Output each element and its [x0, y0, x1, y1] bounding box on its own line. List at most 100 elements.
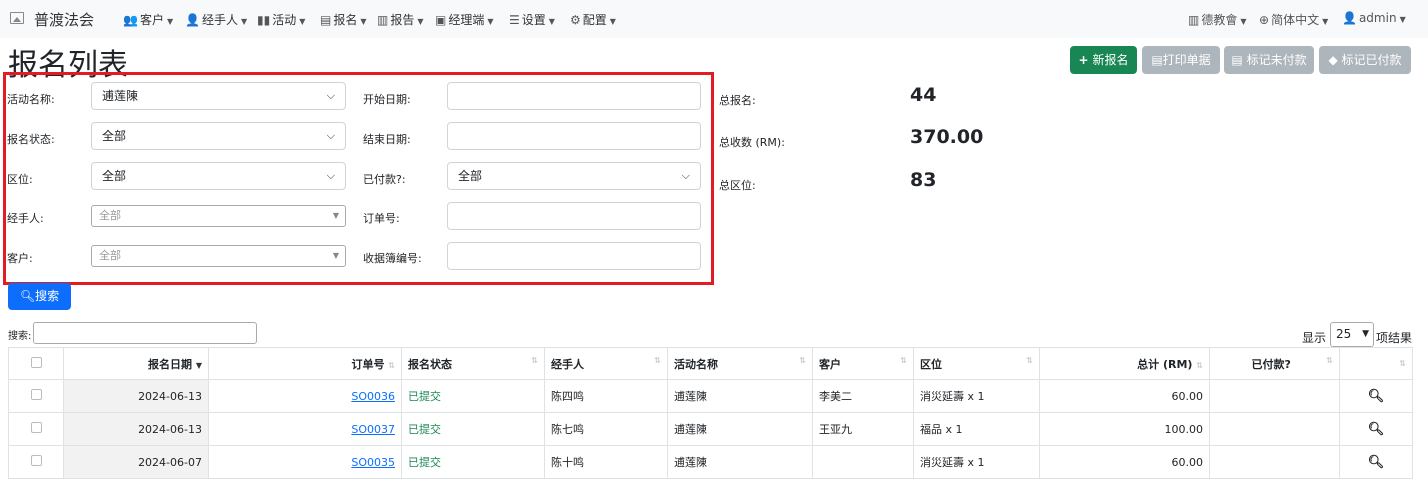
- end-date-input[interactable]: [447, 122, 701, 150]
- view-search-icon[interactable]: 🔍︎: [1368, 455, 1385, 470]
- order-link[interactable]: SO0035: [351, 456, 395, 469]
- chevron-down-icon: ▼: [240, 17, 248, 26]
- cell-paid: [1209, 445, 1340, 479]
- chevron-down-icon: ▼: [1399, 15, 1406, 24]
- view-search-icon[interactable]: 🔍︎: [1368, 389, 1385, 404]
- status-label: 报名状态:: [7, 133, 55, 146]
- col-activity[interactable]: 活动名称 ⇅: [667, 347, 813, 380]
- nav-menu-handlers[interactable]: 👤 经手人 ▼: [185, 11, 247, 28]
- chevron-down-icon: ▼: [1362, 329, 1369, 339]
- status-select[interactable]: 全部 ⌵: [91, 122, 346, 150]
- cell-customer: [812, 445, 914, 479]
- col-order[interactable]: 订单号 ⇅: [208, 347, 402, 380]
- col-handler[interactable]: 经手人 ⇅: [544, 347, 668, 380]
- cell-actions: 🔍︎: [1339, 379, 1413, 413]
- nav-menu-config[interactable]: ⚙ 配置 ▼: [570, 11, 616, 28]
- zone-select[interactable]: 全部 ⌵: [91, 162, 346, 190]
- new-registration-button[interactable]: + 新报名: [1070, 46, 1137, 74]
- select-all-header[interactable]: [8, 347, 64, 380]
- top-navbar: 普渡法会 👥 客户 ▼ 👤 经手人 ▼ ▮▮ 活动 ▼ ▤ 报名 ▼ ▥ 报告 ▼ ▣ 经理端 ▼ ☰ 设…: [0, 0, 1428, 38]
- chart-icon: ▮▮: [257, 13, 271, 27]
- cell-customer: 李美二: [812, 379, 914, 413]
- cell-date: 2024-06-13: [63, 379, 209, 413]
- col-customer[interactable]: 客户 ⇅: [812, 347, 914, 380]
- chevron-down-icon: ▼: [166, 17, 174, 26]
- table-row: 2024-06-07 SO0035 已提交 陈十鸣 逋莲陳 消災延壽 x 1 6…: [8, 445, 1413, 479]
- cell-activity: 逋莲陳: [667, 412, 813, 446]
- customer-select[interactable]: 全部 ▼: [91, 245, 346, 267]
- cell-handler: 陈十鸣: [544, 445, 668, 479]
- row-checkbox[interactable]: [30, 455, 42, 466]
- nav-menu-reports[interactable]: ▥ 报告 ▼: [377, 11, 424, 28]
- sort-icon: ⇅: [1026, 355, 1033, 365]
- caret-down-icon: ▼: [332, 251, 339, 260]
- nav-menu-manager[interactable]: ▣ 经理端 ▼: [435, 11, 494, 28]
- search-button[interactable]: 🔍︎搜索: [8, 283, 71, 310]
- row-checkbox[interactable]: [30, 422, 42, 433]
- row-select-cell[interactable]: [8, 379, 64, 413]
- nav-menu-customers[interactable]: 👥 客户 ▼: [123, 11, 173, 28]
- col-total[interactable]: 总计 (RM) ⇅: [1039, 347, 1210, 380]
- select-all-checkbox[interactable]: [30, 356, 42, 368]
- nav-org-switcher[interactable]: ▥ 德教會 ▼: [1188, 11, 1247, 28]
- cell-activity: 逋莲陳: [667, 445, 813, 479]
- start-date-input[interactable]: [447, 82, 701, 110]
- col-zone[interactable]: 区位 ⇅: [913, 347, 1040, 380]
- cell-handler: 陈七鸣: [544, 412, 668, 446]
- table-header-row: 报名日期 ▼ 订单号 ⇅ 报名状态 ⇅ 经手人 ⇅ 活动名称 ⇅ 客户 ⇅ 区位 ⇅ 总计…: [8, 347, 1413, 380]
- sort-icon: ⇅: [1399, 359, 1406, 368]
- total-income-value: 370.00: [910, 126, 984, 148]
- user-icon: 👤: [1342, 11, 1357, 25]
- col-paid[interactable]: 已付款? ⇅: [1209, 347, 1340, 380]
- paid-select[interactable]: 全部 ⌵: [447, 162, 701, 190]
- cell-date: 2024-06-07: [63, 445, 209, 479]
- row-select-cell[interactable]: [8, 412, 64, 446]
- registrations-table: 报名日期 ▼ 订单号 ⇅ 报名状态 ⇅ 经手人 ⇅ 活动名称 ⇅ 客户 ⇅ 区位 ⇅ 总计…: [8, 347, 1413, 479]
- order-no-input[interactable]: [447, 202, 701, 230]
- col-date[interactable]: 报名日期 ▼: [63, 347, 209, 380]
- nav-menu-settings[interactable]: ☰ 设置 ▼: [509, 11, 555, 28]
- chevron-down-icon: ▼: [487, 17, 494, 26]
- activity-select[interactable]: 逋莲陳 ⌵: [91, 82, 346, 110]
- chevron-down-icon: ▼: [609, 17, 616, 26]
- sort-icon: ⇅: [1326, 355, 1333, 365]
- print-receipt-button[interactable]: ▤打印单据: [1142, 46, 1220, 74]
- order-link[interactable]: SO0037: [351, 423, 395, 436]
- cell-actions: 🔍︎: [1339, 412, 1413, 446]
- mark-paid-button[interactable]: ◆ 标记已付款: [1319, 46, 1411, 74]
- nav-language-switcher[interactable]: ⊕ 简体中文 ▼: [1259, 11, 1328, 28]
- sort-icon: ⇅: [388, 360, 395, 370]
- receipt-book-input[interactable]: [447, 242, 701, 270]
- gear-icon: ⚙: [570, 13, 581, 27]
- table-search-input[interactable]: [33, 322, 257, 344]
- row-checkbox[interactable]: [30, 389, 42, 400]
- nav-menu-registrations[interactable]: ▤ 报名 ▼: [320, 11, 367, 28]
- page-size-select[interactable]: 25 ▼: [1330, 322, 1374, 347]
- paid-label: 已付款?:: [363, 173, 406, 186]
- total-zones-label: 总区位:: [719, 179, 756, 192]
- sort-icon: ⇅: [1196, 360, 1203, 370]
- sort-icon: ⇅: [654, 355, 661, 365]
- brand-title[interactable]: 普渡法会: [34, 9, 94, 30]
- chevron-down-icon: ▼: [548, 17, 555, 26]
- handler-select[interactable]: 全部 ▼: [91, 205, 346, 227]
- nav-user-menu[interactable]: 👤 admin ▼: [1342, 11, 1406, 25]
- total-registrations-value: 44: [910, 84, 937, 106]
- order-no-label: 订单号:: [363, 212, 400, 225]
- view-search-icon[interactable]: 🔍︎: [1368, 422, 1385, 437]
- cell-status: 已提交: [401, 445, 545, 479]
- order-link[interactable]: SO0036: [351, 390, 395, 403]
- page-size-suffix: 项结果: [1376, 331, 1413, 345]
- row-select-cell[interactable]: [8, 445, 64, 479]
- cell-order: SO0035: [208, 445, 402, 479]
- customer-label: 客户:: [7, 252, 33, 265]
- chevron-down-icon: ▼: [417, 17, 424, 26]
- plus-icon: +: [1078, 53, 1089, 67]
- col-status[interactable]: 报名状态 ⇅: [401, 347, 545, 380]
- cell-actions: 🔍︎: [1339, 445, 1413, 479]
- nav-menu-activities[interactable]: ▮▮ 活动 ▼: [257, 11, 305, 28]
- mark-unpaid-button[interactable]: ▤ 标记未付款: [1224, 46, 1314, 74]
- cell-paid: [1209, 379, 1340, 413]
- user-icon: 👤: [185, 13, 200, 27]
- globe-icon: ⊕: [1259, 13, 1270, 27]
